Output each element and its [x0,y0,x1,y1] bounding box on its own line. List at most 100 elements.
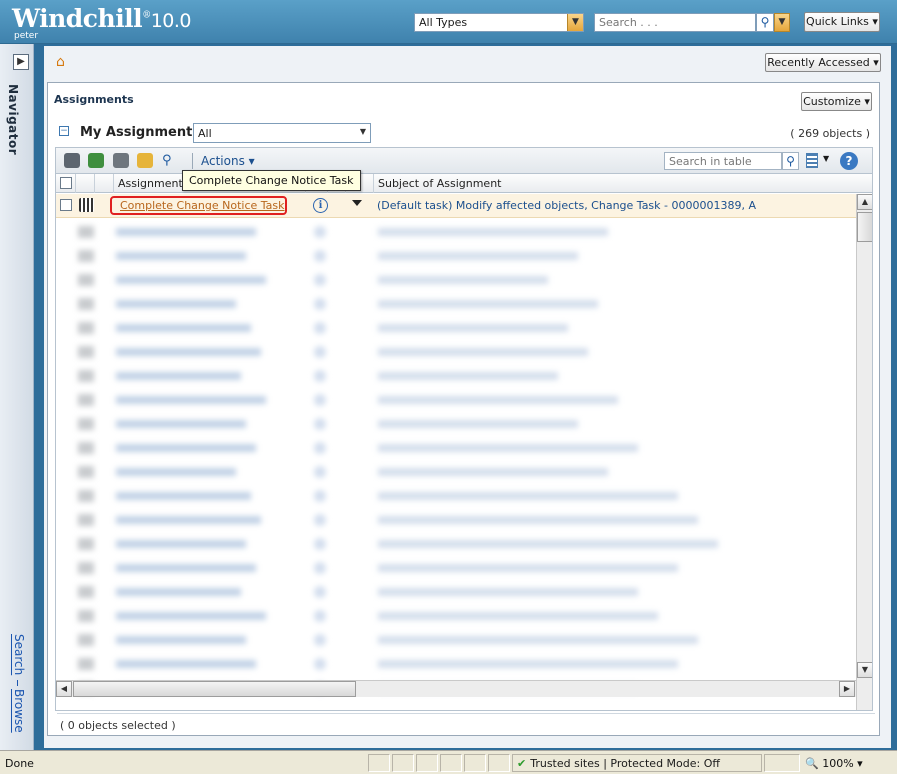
obscured-info [314,250,326,262]
obscured-subj [378,396,618,404]
edit-icon[interactable] [137,153,153,168]
reassign-icon[interactable] [88,153,104,168]
horizontal-scroll-thumb[interactable] [73,681,356,697]
chevron-down-icon[interactable]: ▼ [823,154,829,163]
complete-task-icon[interactable] [64,153,80,168]
chevron-down-icon[interactable]: ▼ [567,14,583,31]
customize-label: Customize [803,95,861,108]
obscured-icon [78,514,94,526]
obscured-info [314,490,326,502]
navigator-search-link[interactable]: Search [12,634,26,675]
quick-links-button[interactable]: Quick Links ▾ [804,12,880,32]
assignment-link[interactable]: Complete Change Notice Task [110,196,287,215]
search-icon[interactable]: ⚲ [162,153,178,168]
logo-text: Windchill [12,4,143,33]
vertical-scrollbar[interactable]: ▲ ▼ [856,194,872,710]
update-task-icon[interactable] [113,153,129,168]
table-row[interactable]: Complete Change Notice Task i (Default t… [56,194,856,218]
obscured-subj [378,228,608,236]
assignment-subject[interactable]: (Default task) Modify affected objects, … [377,199,756,212]
table-toolbar: ⚲ Actions ▾ Search in table ⚲ ▼ ? [55,147,873,173]
obscured-link [116,348,261,356]
obscured-link [116,540,246,548]
row-checkbox[interactable] [60,199,72,211]
obscured-row [56,508,856,532]
obscured-row [56,532,856,556]
obscured-subj [378,348,588,356]
scroll-up-icon[interactable]: ▲ [857,194,872,210]
obscured-link [116,396,266,404]
obscured-link [116,588,241,596]
table-search-icon[interactable]: ⚲ [782,152,799,170]
type-select[interactable]: All Types ▼ [414,13,584,32]
obscured-icon [78,370,94,382]
scroll-left-icon[interactable]: ◀ [56,681,72,697]
obscured-icon [78,658,94,670]
recently-accessed-button[interactable]: Recently Accessed ▾ [765,53,881,72]
row-actions-chevron-icon[interactable] [352,200,362,206]
table-view-value: All [198,127,212,140]
obscured-link [116,300,236,308]
actions-menu[interactable]: Actions ▾ [201,154,255,168]
checkmark-icon: ✔ [517,757,527,770]
obscured-link [116,516,261,524]
collapse-icon[interactable]: − [59,126,69,136]
expand-navigator-icon[interactable]: ▶ [13,54,29,70]
assignments-panel: Assignments Customize ▾ − My Assignments… [47,82,880,736]
table-view-select[interactable]: All ▼ [193,123,371,143]
info-icon[interactable]: i [313,198,328,213]
obscured-link [116,468,236,476]
search-icon[interactable]: ⚲ [756,13,774,32]
logo-version: 10.0 [150,10,192,32]
obscured-icon [78,610,94,622]
obscured-row [56,412,856,436]
obscured-row [56,388,856,412]
obscured-icon [78,250,94,262]
column-header-subject[interactable]: Subject of Assignment [374,174,856,193]
obscured-link [116,372,241,380]
column-settings-icon[interactable] [806,153,818,168]
obscured-subj [378,588,638,596]
search-options-chevron-icon[interactable]: ▼ [774,13,790,32]
help-icon[interactable]: ? [840,152,858,170]
obscured-link [116,636,246,644]
lock-icon[interactable] [764,754,800,772]
horizontal-scrollbar[interactable]: ◀ ▶ [56,680,856,697]
obscured-info [314,370,326,382]
security-zone[interactable]: ✔ Trusted sites | Protected Mode: Off [512,754,762,772]
global-search-input[interactable]: Search . . . [594,13,756,32]
select-all-checkbox[interactable] [60,177,72,189]
assignments-table: Assignment Name Subject of Assignment Co… [55,173,873,711]
obscured-subj [378,636,698,644]
obscured-subj [378,324,568,332]
windchill-logo[interactable]: Windchill®10.0 [12,4,192,33]
navigator-browse-link[interactable]: Browse [12,689,26,733]
obscured-link [116,324,251,332]
obscured-link [116,492,251,500]
table-search-input[interactable]: Search in table [664,152,782,170]
obscured-subj [378,516,698,524]
obscured-icon [78,490,94,502]
scroll-thumb[interactable] [857,212,872,242]
obscured-subj [378,252,578,260]
scroll-right-icon[interactable]: ▶ [839,681,855,697]
obscured-row [56,220,856,244]
status-cell [464,754,486,772]
scroll-down-icon[interactable]: ▼ [857,662,872,678]
obscured-link [116,228,256,236]
header-icon-col [76,174,95,193]
select-all-cell [56,174,76,193]
obscured-row [56,316,856,340]
header-type-col [95,174,114,193]
home-icon[interactable]: ⌂ [56,54,65,70]
obscured-info [314,418,326,430]
security-zone-label: Trusted sites | Protected Mode: Off [530,757,720,770]
obscured-info [314,466,326,478]
customize-button[interactable]: Customize ▾ [801,92,872,111]
status-cell [368,754,390,772]
obscured-info [314,586,326,598]
navigator-link-divider [17,680,18,686]
toolbar-divider [192,153,193,169]
zoom-level[interactable]: 🔍 100% ▾ [805,757,863,770]
chevron-down-icon[interactable]: ▼ [360,127,366,136]
